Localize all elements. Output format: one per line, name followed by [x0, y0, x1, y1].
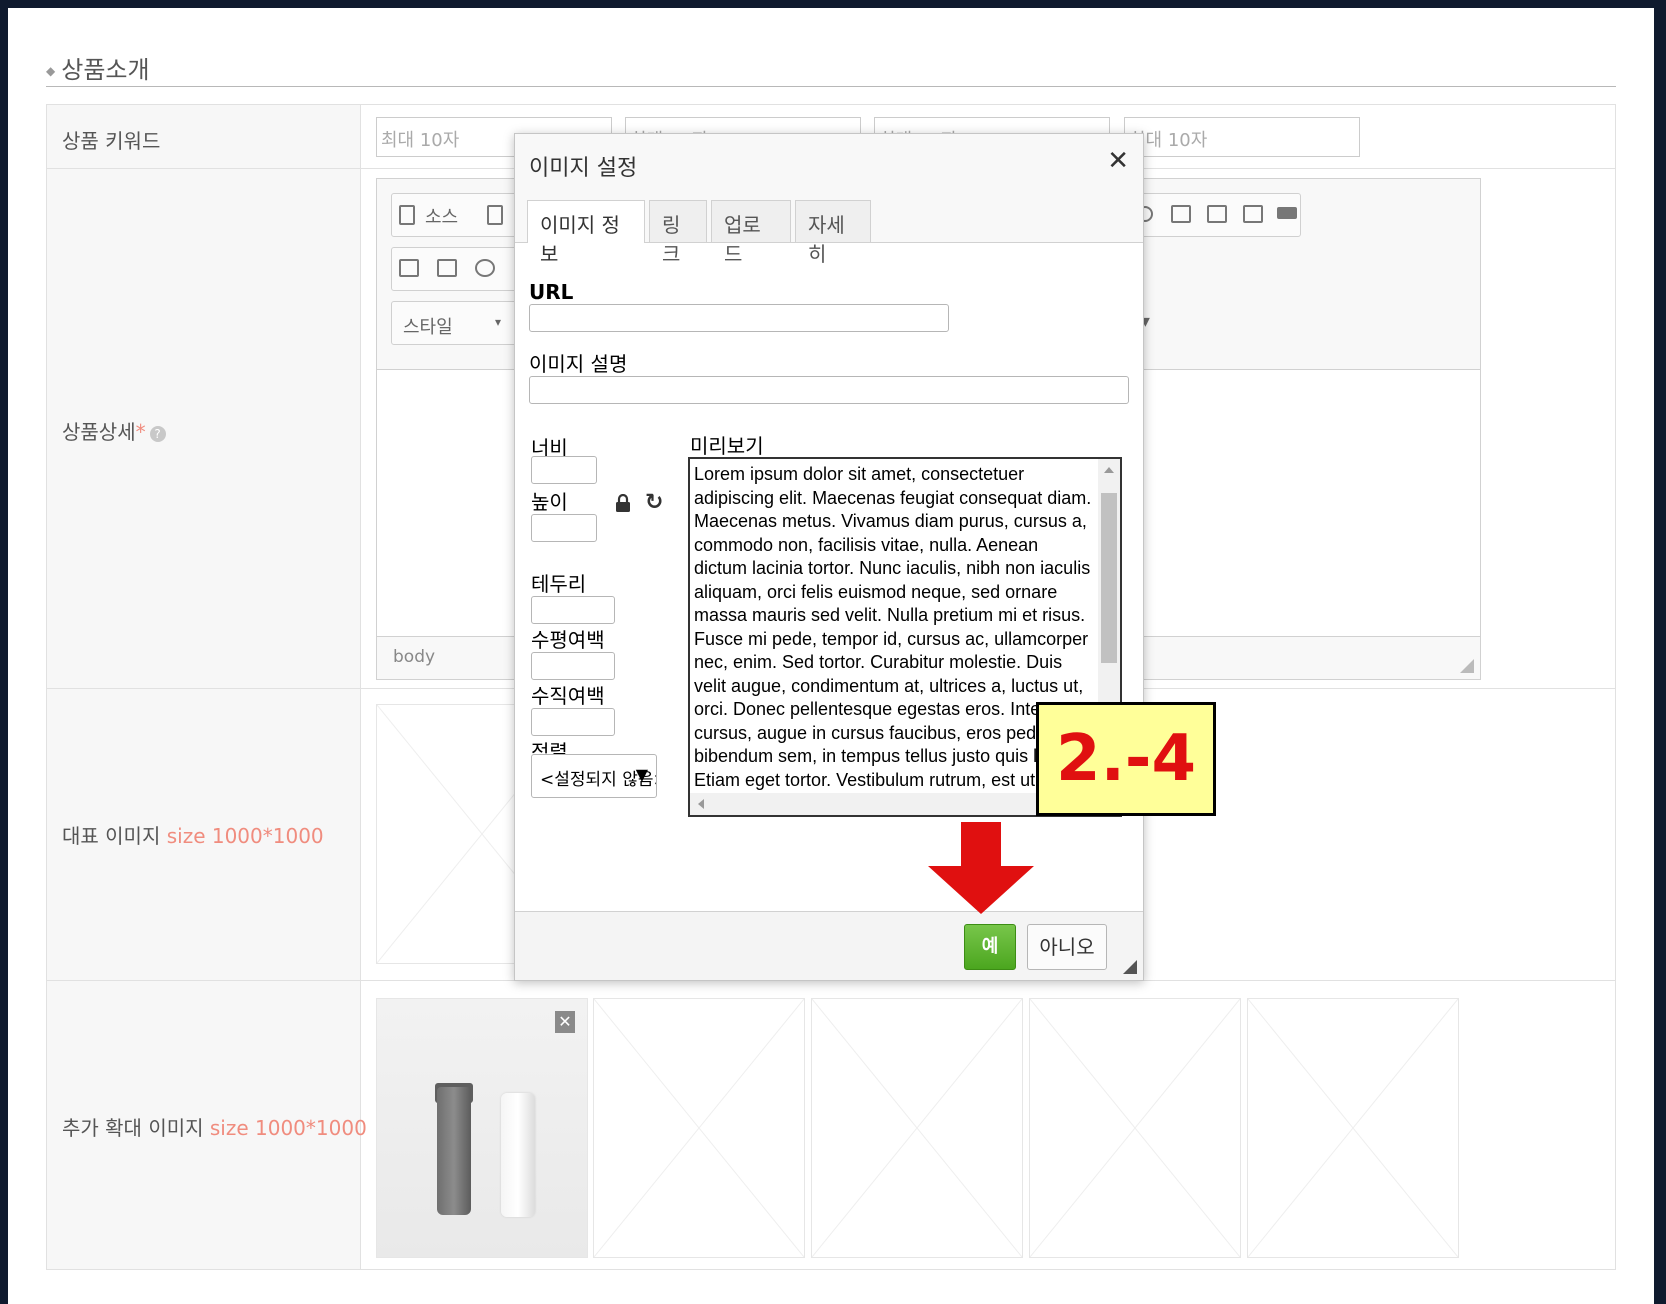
- preview-text: Lorem ipsum dolor sit amet, consectetuer…: [694, 464, 1092, 813]
- scroll-up-icon[interactable]: [1104, 467, 1114, 473]
- main-image-size-note: size 1000*1000: [166, 824, 324, 848]
- extra-images-label-text: 추가 확대 이미지: [62, 1116, 204, 1140]
- border-input[interactable]: [531, 596, 615, 624]
- help-icon[interactable]: ?: [149, 425, 166, 442]
- scroll-left-icon[interactable]: [698, 799, 704, 809]
- preview-label: 미리보기: [690, 434, 764, 458]
- tab-advanced[interactable]: 자세히: [795, 200, 871, 266]
- vspace-label: 수직여백: [531, 684, 605, 708]
- border-label: 테두리: [531, 572, 587, 596]
- main-image-label: 대표 이미지 size 1000*1000: [62, 820, 324, 849]
- extra-image-slot[interactable]: [811, 998, 1023, 1258]
- keyword-label: 상품 키워드: [62, 129, 161, 153]
- window-frame-top: [0, 0, 1666, 8]
- detail-label: 상품상세*?: [62, 416, 166, 445]
- product-bottle-dark: [437, 1087, 471, 1215]
- dialog-resize-icon[interactable]: [1123, 960, 1137, 974]
- section-title: ◆ 상품소개: [46, 50, 150, 85]
- reset-size-icon[interactable]: ↻: [645, 490, 663, 515]
- chevron-down-icon: ▾: [495, 315, 502, 329]
- align-select[interactable]: <설정되지 않음> ▼: [531, 754, 657, 798]
- height-input[interactable]: [531, 514, 597, 542]
- section-title-text: 상품소개: [61, 56, 150, 84]
- dialog-tabs: 이미지 정보 링크 업로드 자세히: [515, 190, 1143, 266]
- select-arrow-icon: ▼: [635, 765, 648, 784]
- extra-image-slot[interactable]: [1247, 998, 1459, 1258]
- preview-icon[interactable]: [487, 205, 503, 225]
- extra-image-slot[interactable]: [1029, 998, 1241, 1258]
- required-mark: *: [135, 420, 146, 444]
- column-divider: [360, 104, 361, 1270]
- extra-images-size-note: size 1000*1000: [209, 1116, 367, 1140]
- image-icon[interactable]: [399, 259, 419, 277]
- extra-image-thumbnail[interactable]: ✕: [376, 998, 588, 1258]
- remove-image-button[interactable]: ✕: [555, 1011, 575, 1033]
- close-icon[interactable]: ✕: [1107, 146, 1129, 176]
- resize-grip-icon[interactable]: [1460, 659, 1474, 673]
- tab-image-info[interactable]: 이미지 정보: [527, 200, 645, 266]
- scrollbar-thumb[interactable]: [1101, 493, 1117, 663]
- smiley-icon[interactable]: [475, 259, 495, 277]
- keyword-input-4[interactable]: 최대 10자: [1124, 117, 1360, 157]
- url-label: URL: [529, 280, 574, 304]
- source-icon[interactable]: [399, 205, 415, 225]
- extra-image-slot[interactable]: [593, 998, 805, 1258]
- alt-text-input[interactable]: [529, 376, 1129, 404]
- url-input[interactable]: [529, 304, 949, 332]
- hspace-input[interactable]: [531, 652, 615, 680]
- select-icon[interactable]: [1243, 205, 1263, 223]
- red-arrow-icon: [928, 822, 1034, 914]
- placeholder-cross: [594, 999, 804, 1257]
- button-icon[interactable]: [1277, 207, 1297, 219]
- cancel-button[interactable]: 아니오: [1027, 924, 1107, 970]
- width-input[interactable]: [531, 456, 597, 484]
- main-image-label-text: 대표 이미지: [62, 824, 161, 848]
- textfield-icon[interactable]: [1207, 205, 1227, 223]
- textarea-icon[interactable]: [1171, 205, 1191, 223]
- placeholder-cross: [1030, 999, 1240, 1257]
- hspace-label: 수평여백: [531, 628, 605, 652]
- section-divider: [46, 86, 1616, 87]
- vspace-input[interactable]: [531, 708, 615, 736]
- tab-upload[interactable]: 업로드: [711, 200, 791, 266]
- height-label: 높이: [531, 490, 568, 514]
- window-frame-right: [1654, 0, 1666, 1304]
- extra-images-label: 추가 확대 이미지 size 1000*1000: [62, 1112, 367, 1141]
- detail-label-text: 상품상세: [62, 420, 136, 444]
- ok-button[interactable]: 예: [964, 924, 1016, 970]
- tab-link[interactable]: 링크: [649, 200, 707, 266]
- window-frame-left: [0, 0, 8, 1304]
- dialog-title: 이미지 설정: [529, 156, 638, 181]
- step-annotation-badge: 2.-4: [1036, 702, 1216, 816]
- style-dropdown-label: 스타일: [403, 317, 453, 338]
- dialog-footer: 예 아니오: [515, 911, 1143, 980]
- table-icon[interactable]: [437, 259, 457, 277]
- dialog-header[interactable]: 이미지 설정 ✕: [515, 134, 1143, 190]
- image-settings-dialog: 이미지 설정 ✕ 이미지 정보 링크 업로드 자세히 URL 이미지 설명 너비…: [514, 133, 1144, 981]
- lock-icon[interactable]: [615, 494, 631, 512]
- alt-text-label: 이미지 설명: [529, 352, 628, 376]
- placeholder-cross: [1248, 999, 1458, 1257]
- placeholder-cross: [812, 999, 1022, 1257]
- bullet-icon: ◆: [46, 64, 56, 78]
- source-button[interactable]: 소스: [425, 203, 458, 229]
- product-bottle-white: [501, 1093, 535, 1217]
- element-path[interactable]: body: [393, 647, 435, 667]
